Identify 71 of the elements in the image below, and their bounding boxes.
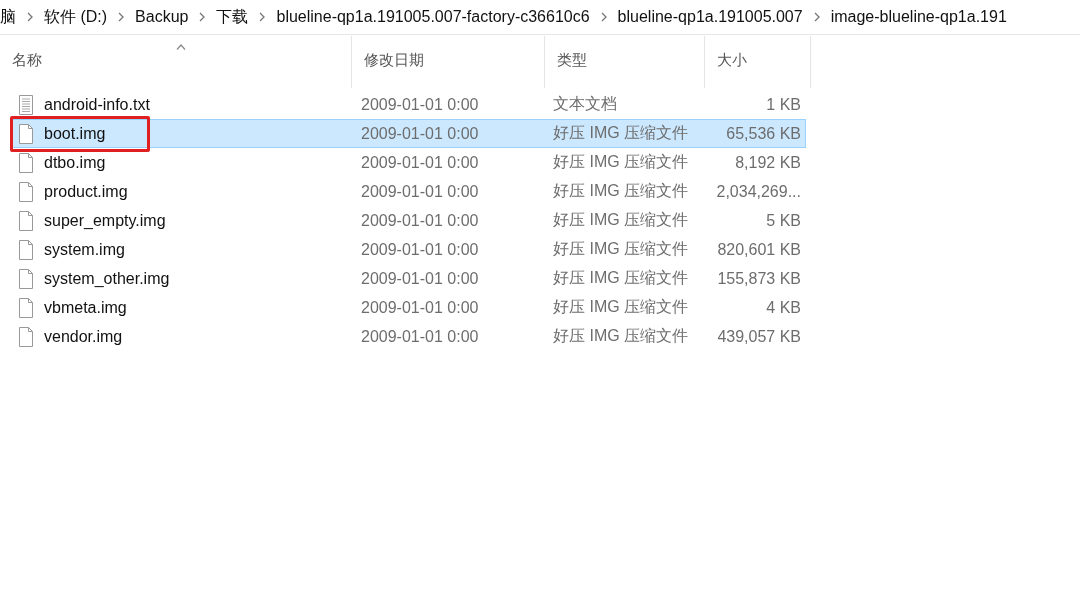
file-type: 文本文档 (553, 95, 617, 112)
file-size: 2,034,269... (716, 182, 801, 200)
chevron-icon (118, 12, 125, 22)
breadcrumb-item[interactable]: 脑 (0, 4, 16, 30)
modified-date: 2009-01-01 0:00 (361, 298, 479, 316)
modified-date: 2009-01-01 0:00 (361, 211, 479, 229)
file-row[interactable]: vbmeta.img 2009-01-01 0:00 好压 IMG 压缩文件 4 KB (10, 293, 806, 322)
file-size: 155,873 KB (717, 269, 801, 287)
column-header[interactable]: 大小 (705, 36, 811, 88)
file-name: boot.img (44, 124, 106, 143)
chevron-icon (600, 12, 607, 22)
breadcrumb-item[interactable]: Backup (135, 6, 189, 28)
breadcrumb-item[interactable]: blueline-qp1a.191005.007-factory-c36610c6 (276, 6, 590, 28)
file-name: system_other.img (44, 269, 170, 288)
chevron-icon (259, 12, 266, 22)
file-size: 820,601 KB (717, 240, 801, 258)
file-name: dtbo.img (44, 153, 106, 172)
file-name: android-info.txt (44, 95, 150, 114)
file-icon (18, 326, 34, 347)
file-type: 好压 IMG 压缩文件 (553, 298, 689, 315)
column-header[interactable]: 类型 (545, 36, 705, 88)
file-icon (18, 152, 34, 173)
file-row[interactable]: dtbo.img 2009-01-01 0:00 好压 IMG 压缩文件 8,192 KB (10, 148, 806, 177)
breadcrumb-item[interactable]: blueline-qp1a.191005.007 (617, 6, 803, 28)
file-row[interactable]: android-info.txt 2009-01-01 0:00 文本文档 1 KB (10, 90, 806, 119)
file-type: 好压 IMG 压缩文件 (553, 240, 689, 257)
file-size: 439,057 KB (717, 327, 801, 345)
file-size: 1 KB (766, 95, 801, 113)
file-name: super_empty.img (44, 211, 166, 230)
file-row[interactable]: product.img 2009-01-01 0:00 好压 IMG 压缩文件 2,034,269... (10, 177, 806, 206)
sort-caret-icon (175, 44, 186, 50)
column-header[interactable]: 名称 (0, 36, 352, 88)
file-row[interactable]: vendor.img 2009-01-01 0:00 好压 IMG 压缩文件 439,057 KB (10, 322, 806, 351)
file-type: 好压 IMG 压缩文件 (553, 153, 689, 170)
file-type: 好压 IMG 压缩文件 (553, 211, 689, 228)
file-size: 5 KB (766, 211, 801, 229)
breadcrumb-item[interactable]: image-blueline-qp1a.191 (830, 6, 1007, 28)
breadcrumb-item[interactable]: 下载 (216, 4, 249, 30)
modified-date: 2009-01-01 0:00 (361, 124, 479, 142)
file-name: product.img (44, 182, 128, 201)
file-icon (18, 297, 34, 318)
file-size: 4 KB (766, 298, 801, 316)
modified-date: 2009-01-01 0:00 (361, 153, 479, 171)
modified-date: 2009-01-01 0:00 (361, 95, 479, 113)
file-name: system.img (44, 240, 125, 259)
modified-date: 2009-01-01 0:00 (361, 327, 479, 345)
chevron-icon (199, 12, 206, 22)
file-icon (18, 239, 34, 260)
file-icon (18, 268, 34, 289)
file-row[interactable]: system.img 2009-01-01 0:00 好压 IMG 压缩文件 820,601 KB (10, 235, 806, 264)
modified-date: 2009-01-01 0:00 (361, 269, 479, 287)
file-type: 好压 IMG 压缩文件 (553, 182, 689, 199)
file-icon (18, 210, 34, 231)
chevron-icon (813, 12, 820, 22)
chevron-icon (27, 12, 33, 22)
file-icon (18, 123, 34, 144)
file-type: 好压 IMG 压缩文件 (553, 327, 689, 344)
column-header[interactable]: 修改日期 (352, 36, 545, 88)
file-size: 65,536 KB (726, 124, 801, 142)
breadcrumb-item[interactable]: 软件 (D:) (44, 4, 108, 30)
file-row[interactable]: super_empty.img 2009-01-01 0:00 好压 IMG 压缩文件 5 KB (10, 206, 806, 235)
file-type: 好压 IMG 压缩文件 (553, 269, 689, 286)
file-row[interactable]: system_other.img 2009-01-01 0:00 好压 IMG 压缩文件 155,873 KB (10, 264, 806, 293)
file-size: 8,192 KB (735, 153, 801, 171)
file-icon (18, 181, 34, 202)
modified-date: 2009-01-01 0:00 (361, 240, 479, 258)
text-document-icon (18, 94, 34, 115)
modified-date: 2009-01-01 0:00 (361, 182, 479, 200)
file-name: vbmeta.img (44, 298, 127, 317)
file-name: vendor.img (44, 327, 123, 346)
file-type: 好压 IMG 压缩文件 (553, 124, 689, 141)
